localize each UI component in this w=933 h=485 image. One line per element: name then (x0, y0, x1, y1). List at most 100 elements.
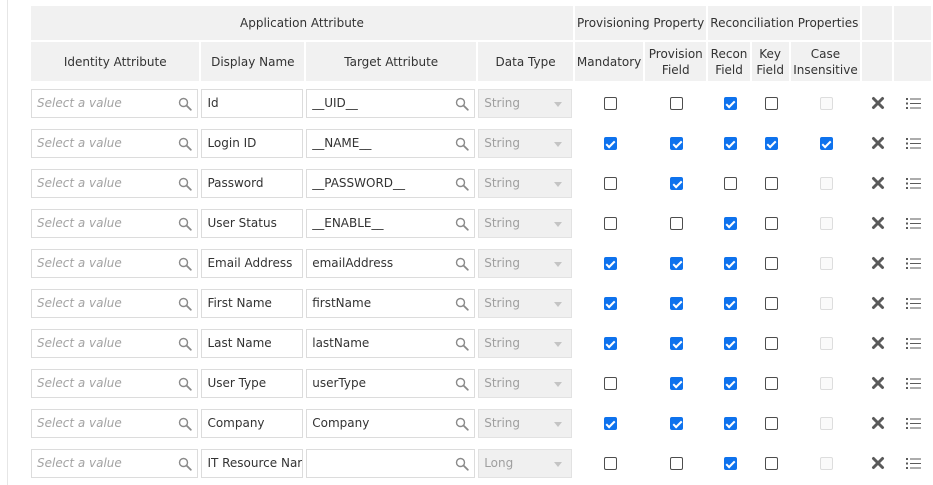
list-icon[interactable] (905, 217, 921, 230)
identity-attribute-input[interactable]: Select a value (31, 448, 199, 478)
search-icon[interactable] (178, 297, 193, 311)
identity-attribute-input[interactable]: Select a value (31, 368, 199, 398)
search-icon[interactable] (455, 457, 469, 471)
case-insensitive-checkbox[interactable] (819, 457, 833, 470)
close-icon[interactable] (871, 96, 885, 110)
key-field-checkbox[interactable] (764, 217, 778, 230)
identity-attribute-input[interactable]: Select a value (31, 288, 199, 318)
list-icon[interactable] (905, 337, 921, 350)
list-icon[interactable] (905, 137, 921, 150)
search-icon[interactable] (178, 217, 193, 231)
column-header-data-type[interactable]: Data Type (478, 42, 575, 83)
case-insensitive-checkbox[interactable] (819, 417, 833, 430)
recon-field-checkbox[interactable] (723, 457, 737, 470)
column-header-target-attribute[interactable]: Target Attribute (306, 42, 479, 83)
data-type-select[interactable]: Long (478, 448, 572, 478)
key-field-checkbox[interactable] (764, 417, 778, 430)
case-insensitive-checkbox[interactable] (819, 97, 833, 110)
column-header-recon-field[interactable]: Recon Field (708, 42, 752, 83)
identity-attribute-input[interactable]: Select a value (31, 88, 199, 118)
provision-field-checkbox[interactable] (670, 337, 684, 350)
key-field-checkbox[interactable] (764, 137, 778, 150)
search-icon[interactable] (455, 417, 469, 431)
mandatory-checkbox[interactable] (603, 457, 617, 470)
search-icon[interactable] (455, 137, 469, 151)
close-icon[interactable] (871, 216, 885, 230)
close-icon[interactable] (871, 336, 885, 350)
data-type-select[interactable]: String (478, 368, 572, 398)
list-icon[interactable] (905, 177, 921, 190)
data-type-select[interactable]: String (478, 128, 572, 158)
recon-field-checkbox[interactable] (723, 257, 737, 270)
search-icon[interactable] (455, 217, 469, 231)
column-header-mandatory[interactable]: Mandatory (574, 42, 646, 83)
recon-field-checkbox[interactable] (723, 217, 737, 230)
target-attribute-input[interactable]: emailAddress (306, 248, 476, 278)
target-attribute-input[interactable]: lastName (306, 328, 476, 358)
provision-field-checkbox[interactable] (670, 257, 684, 270)
mandatory-checkbox[interactable] (603, 377, 617, 390)
data-type-select[interactable]: String (478, 208, 572, 238)
column-header-display-name[interactable]: Display Name (201, 42, 307, 83)
identity-attribute-input[interactable]: Select a value (31, 208, 199, 238)
search-icon[interactable] (178, 457, 193, 471)
search-icon[interactable] (455, 377, 469, 391)
provision-field-checkbox[interactable] (670, 177, 684, 190)
provision-field-checkbox[interactable] (670, 137, 684, 150)
key-field-checkbox[interactable] (764, 377, 778, 390)
search-icon[interactable] (178, 377, 193, 391)
case-insensitive-checkbox[interactable] (819, 377, 833, 390)
close-icon[interactable] (871, 416, 885, 430)
close-icon[interactable] (871, 256, 885, 270)
search-icon[interactable] (178, 417, 193, 431)
close-icon[interactable] (871, 176, 885, 190)
search-icon[interactable] (455, 257, 469, 271)
search-icon[interactable] (178, 97, 193, 111)
provision-field-checkbox[interactable] (670, 417, 684, 430)
display-name-input[interactable]: Login ID (201, 128, 304, 158)
identity-attribute-input[interactable]: Select a value (31, 328, 199, 358)
list-icon[interactable] (905, 457, 921, 470)
recon-field-checkbox[interactable] (723, 337, 737, 350)
mandatory-checkbox[interactable] (603, 137, 617, 150)
column-header-identity-attribute[interactable]: Identity Attribute (31, 42, 202, 83)
display-name-input[interactable]: Id (201, 88, 304, 118)
recon-field-checkbox[interactable] (723, 97, 737, 110)
display-name-input[interactable]: Email Address (201, 248, 304, 278)
target-attribute-input[interactable]: firstName (306, 288, 476, 318)
mandatory-checkbox[interactable] (603, 257, 617, 270)
search-icon[interactable] (455, 97, 469, 111)
search-icon[interactable] (178, 177, 193, 191)
column-header-case-insensitive[interactable]: Case Insensitive (790, 42, 863, 83)
search-icon[interactable] (455, 337, 469, 351)
key-field-checkbox[interactable] (764, 337, 778, 350)
list-icon[interactable] (905, 417, 921, 430)
provision-field-checkbox[interactable] (670, 457, 684, 470)
mandatory-checkbox[interactable] (603, 337, 617, 350)
key-field-checkbox[interactable] (764, 177, 778, 190)
data-type-select[interactable]: String (478, 248, 572, 278)
close-icon[interactable] (871, 296, 885, 310)
column-header-provision-field[interactable]: Provision Field (645, 42, 709, 83)
provision-field-checkbox[interactable] (670, 377, 684, 390)
provision-field-checkbox[interactable] (670, 97, 684, 110)
key-field-checkbox[interactable] (764, 297, 778, 310)
case-insensitive-checkbox[interactable] (819, 217, 833, 230)
search-icon[interactable] (178, 337, 193, 351)
target-attribute-input[interactable]: __NAME__ (306, 128, 476, 158)
case-insensitive-checkbox[interactable] (819, 257, 833, 270)
search-icon[interactable] (455, 177, 469, 191)
target-attribute-input[interactable]: Company (306, 408, 476, 438)
recon-field-checkbox[interactable] (723, 417, 737, 430)
mandatory-checkbox[interactable] (603, 217, 617, 230)
provision-field-checkbox[interactable] (670, 297, 684, 310)
data-type-select[interactable]: String (478, 408, 572, 438)
target-attribute-input[interactable]: userType (306, 368, 476, 398)
data-type-select[interactable]: String (478, 88, 572, 118)
display-name-input[interactable]: Password (201, 168, 304, 198)
key-field-checkbox[interactable] (764, 457, 778, 470)
case-insensitive-checkbox[interactable] (819, 297, 833, 310)
search-icon[interactable] (178, 257, 193, 271)
case-insensitive-checkbox[interactable] (819, 177, 833, 190)
identity-attribute-input[interactable]: Select a value (31, 248, 199, 278)
